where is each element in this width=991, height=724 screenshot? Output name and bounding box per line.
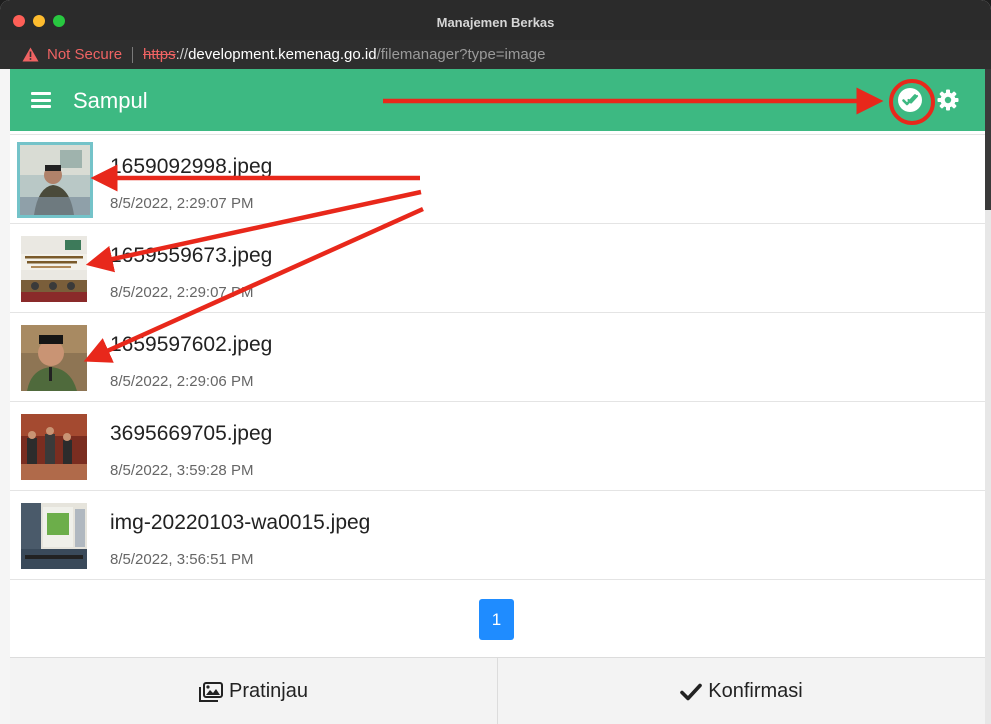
file-name[interactable]: 3695669705.jpeg [110, 422, 272, 446]
url-scheme-separator: :// [175, 46, 189, 63]
file-thumbnail[interactable] [21, 414, 87, 480]
file-thumbnail[interactable] [21, 325, 87, 391]
file-row[interactable]: img-20220103-wa0015.jpeg 8/5/2022, 3:56:… [10, 490, 985, 578]
file-date: 8/5/2022, 3:56:51 PM [110, 551, 254, 568]
file-name[interactable]: 1659597602.jpeg [110, 333, 272, 357]
file-date: 8/5/2022, 3:59:28 PM [110, 462, 254, 479]
file-row[interactable]: 1659597602.jpeg 8/5/2022, 2:29:06 PM [10, 312, 985, 400]
title-bar: Manajemen Berkas [0, 0, 991, 41]
file-thumbnail[interactable] [21, 503, 87, 569]
confirm-label: Konfirmasi [708, 680, 803, 702]
file-date: 8/5/2022, 2:29:07 PM [110, 195, 254, 212]
url-host: development.kemenag.go.id [188, 46, 377, 63]
scrollbar[interactable] [985, 210, 991, 724]
file-thumbnail[interactable] [17, 142, 93, 218]
gear-icon[interactable] [936, 88, 960, 112]
page-1-button[interactable]: 1 [479, 599, 514, 640]
preview-button[interactable]: Pratinjau [10, 658, 497, 724]
file-row[interactable]: 1659559673.jpeg 8/5/2022, 2:29:07 PM [10, 223, 985, 311]
url-path: /filemanager?type=image [376, 46, 546, 63]
file-list: 1659092998.jpeg 8/5/2022, 2:29:07 PM 165… [10, 131, 985, 657]
security-status[interactable]: Not Secure [47, 46, 122, 63]
file-name[interactable]: 1659092998.jpeg [110, 155, 272, 179]
browser-window: Manajemen Berkas Not Secure https://deve… [0, 0, 991, 724]
check-all-icon[interactable] [898, 88, 922, 112]
file-name[interactable]: img-20220103-wa0015.jpeg [110, 511, 370, 535]
file-row[interactable]: 3695669705.jpeg 8/5/2022, 3:59:28 PM [10, 401, 985, 489]
action-footer: Pratinjau Konfirmasi [10, 657, 985, 724]
folder-title: Sampul [73, 88, 148, 113]
address-divider [132, 46, 134, 63]
checkmark-icon [680, 683, 703, 700]
file-thumbnail[interactable] [21, 236, 87, 302]
file-date: 8/5/2022, 2:29:07 PM [110, 284, 254, 301]
address-bar[interactable]: Not Secure https://development.kemenag.g… [0, 40, 991, 69]
file-row[interactable]: 1659092998.jpeg 8/5/2022, 2:29:07 PM [10, 134, 985, 222]
window-title: Manajemen Berkas [436, 15, 555, 30]
hamburger-icon[interactable] [31, 92, 51, 108]
images-icon [199, 681, 224, 702]
file-date: 8/5/2022, 2:29:06 PM [110, 373, 254, 390]
confirm-button[interactable]: Konfirmasi [497, 658, 985, 724]
url-text[interactable]: https://development.kemenag.go.id/filema… [143, 46, 545, 63]
preview-label: Pratinjau [229, 680, 308, 702]
app-header: Sampul [10, 69, 985, 131]
list-divider [10, 579, 985, 580]
url-scheme: https [143, 46, 176, 63]
file-name[interactable]: 1659559673.jpeg [110, 244, 272, 268]
warning-icon [22, 47, 39, 62]
